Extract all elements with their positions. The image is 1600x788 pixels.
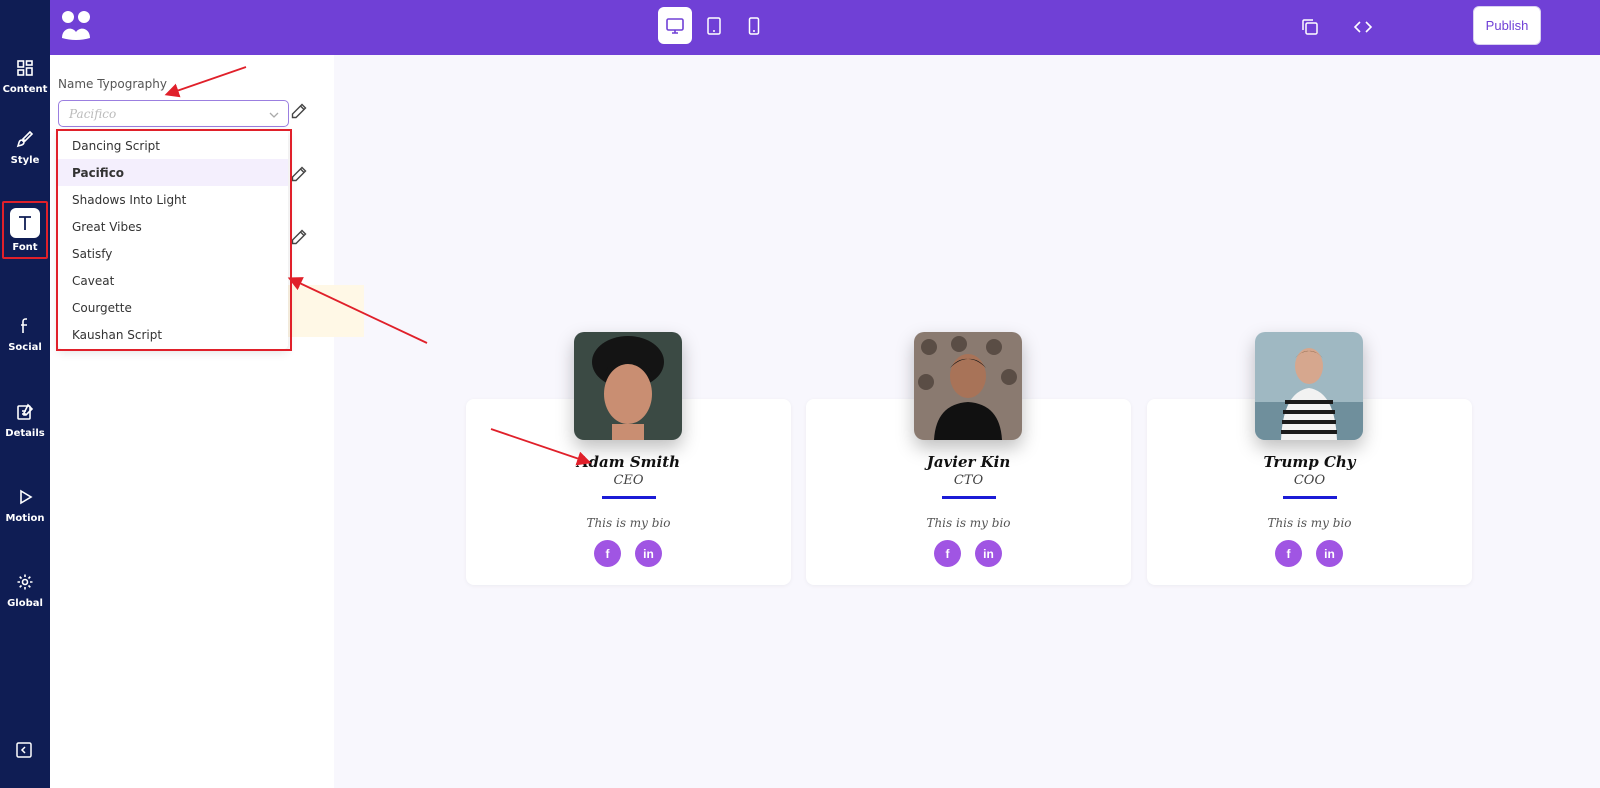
- duplicate-icon[interactable]: [1295, 12, 1325, 42]
- edit-pencil-icon[interactable]: [290, 102, 308, 120]
- brush-icon: [13, 127, 37, 151]
- sidebar-item-label: Social: [8, 341, 42, 353]
- sidebar-item-content[interactable]: Content: [0, 40, 50, 110]
- member-name: Trump Chy: [1263, 453, 1356, 471]
- mobile-view-button[interactable]: [737, 7, 771, 44]
- facebook-icon: [13, 314, 37, 338]
- font-option[interactable]: Great Vibes: [58, 213, 288, 240]
- avatar: [1255, 332, 1363, 440]
- sidebar-item-label: Motion: [5, 512, 45, 524]
- code-icon[interactable]: [1348, 12, 1378, 42]
- member-role: COO: [1293, 473, 1326, 488]
- facebook-icon[interactable]: f: [594, 540, 621, 567]
- settings-panel: Name Typography Pacifico Dancing Script …: [50, 55, 364, 788]
- grid-icon: [13, 56, 37, 80]
- sidebar-item-label: Content: [2, 83, 48, 95]
- left-sidebar: Content Style Font Social Details Motion: [0, 0, 50, 788]
- chevron-down-icon: [268, 108, 280, 120]
- sidebar-item-social[interactable]: Social: [0, 298, 50, 368]
- member-role: CEO: [613, 473, 644, 488]
- divider-line: [942, 496, 996, 499]
- gear-icon: [13, 570, 37, 594]
- sidebar-item-label: Style: [10, 154, 40, 166]
- font-option[interactable]: Courgette: [58, 294, 288, 321]
- font-option[interactable]: Dancing Script: [58, 132, 288, 159]
- play-icon: [13, 485, 37, 509]
- sidebar-item-details[interactable]: Details: [0, 384, 50, 454]
- font-option-selected[interactable]: Pacifico: [58, 159, 288, 186]
- sidebar-item-label: Global: [7, 597, 43, 609]
- sidebar-item-global[interactable]: Global: [0, 554, 50, 624]
- font-select-value: Pacifico: [69, 107, 117, 121]
- avatar: [574, 332, 682, 440]
- font-annotation-box: [2, 201, 48, 259]
- member-role: CTO: [953, 473, 984, 488]
- linkedin-icon[interactable]: in: [975, 540, 1002, 567]
- name-typography-label: Name Typography: [58, 77, 167, 91]
- desktop-view-button[interactable]: [658, 7, 692, 44]
- font-option[interactable]: Satisfy: [58, 240, 288, 267]
- font-option[interactable]: Kaushan Script: [58, 321, 288, 348]
- tablet-view-button[interactable]: [697, 7, 731, 44]
- font-option[interactable]: Caveat: [58, 267, 288, 294]
- facebook-icon[interactable]: f: [934, 540, 961, 567]
- member-name: Javier Kin: [926, 453, 1011, 471]
- member-bio: This is my bio: [926, 516, 1011, 530]
- top-toolbar: [50, 0, 1600, 55]
- sidebar-item-style[interactable]: Style: [0, 111, 50, 181]
- app-logo: [58, 8, 94, 44]
- linkedin-icon[interactable]: in: [1316, 540, 1343, 567]
- edit-pencil-icon[interactable]: [290, 165, 308, 183]
- member-bio: This is my bio: [1267, 516, 1352, 530]
- sidebar-item-label: Details: [5, 427, 45, 439]
- facebook-icon[interactable]: f: [1275, 540, 1302, 567]
- publish-button[interactable]: Publish: [1473, 6, 1541, 45]
- font-select[interactable]: Pacifico: [58, 100, 289, 127]
- font-option[interactable]: Shadows Into Light: [58, 186, 288, 213]
- collapse-sidebar-icon[interactable]: [15, 741, 35, 761]
- divider-line: [602, 496, 656, 499]
- member-bio: This is my bio: [586, 516, 671, 530]
- sidebar-item-motion[interactable]: Motion: [0, 469, 50, 539]
- linkedin-icon[interactable]: in: [635, 540, 662, 567]
- edit-icon: [13, 400, 37, 424]
- edit-pencil-icon[interactable]: [290, 228, 308, 246]
- divider-line: [1283, 496, 1337, 499]
- font-dropdown-menu: Dancing Script Pacifico Shadows Into Lig…: [58, 129, 288, 349]
- member-name: Adam Smith: [576, 453, 681, 471]
- panel-background-strip: [286, 285, 364, 337]
- avatar: [914, 332, 1022, 440]
